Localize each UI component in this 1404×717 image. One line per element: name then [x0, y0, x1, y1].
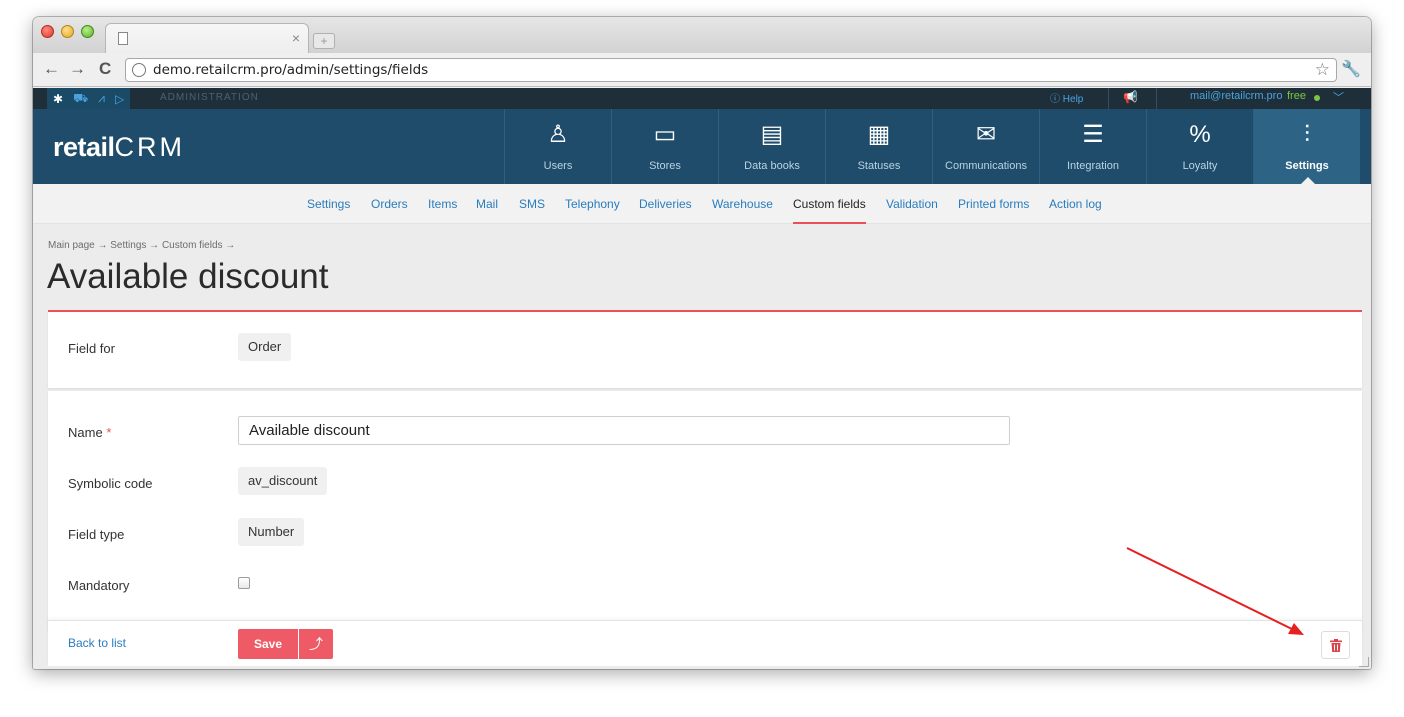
submenu-action-log[interactable]: Action log [1049, 197, 1102, 211]
field-for-card: Field for Order [48, 310, 1362, 388]
nav-item-statuses[interactable]: ▦ Statuses [825, 109, 932, 184]
logo-crm: CRM [114, 132, 186, 162]
name-input[interactable] [238, 416, 1010, 445]
book-icon: ▤ [760, 121, 784, 148]
mandatory-label: Mandatory [68, 578, 130, 593]
logo-text: retail [53, 132, 115, 162]
user-email[interactable]: mail@retailcrm.pro [1190, 90, 1282, 102]
nav-item-label: Users [543, 160, 573, 172]
zoom-window-button[interactable] [81, 25, 94, 38]
name-label-text: Name [68, 425, 103, 440]
nav-item-settings[interactable]: ⫶ Settings [1253, 109, 1360, 184]
sliders-icon: ⫶ [1304, 121, 1310, 148]
symbolic-code-label: Symbolic code [68, 476, 153, 491]
chevron-down-icon[interactable]: ﹀ [1333, 89, 1344, 105]
submenu-warehouse[interactable]: Warehouse [712, 197, 773, 211]
tab-close-icon[interactable]: × [292, 30, 300, 46]
user-icon: ♙ [547, 121, 569, 148]
wrench-icon[interactable]: 🔧 [1341, 59, 1361, 79]
field-for-label: Field for [68, 341, 115, 356]
field-type-value: Number [238, 518, 305, 546]
browser-tab[interactable]: × [105, 23, 309, 53]
bookmark-star-icon[interactable]: ☆ [1315, 60, 1330, 80]
minimize-window-button[interactable] [61, 25, 74, 38]
submenu-deliveries[interactable]: Deliveries [639, 197, 692, 211]
breadcrumb[interactable]: Main page → Settings → Custom fields → [48, 240, 235, 251]
divider [1108, 88, 1109, 109]
nav-item-stores[interactable]: ▭ Stores [611, 109, 718, 184]
save-and-exit-icon: ⤴ [309, 636, 323, 652]
save-and-exit-button[interactable]: ⤴ [299, 629, 333, 659]
name-label: Name * [68, 425, 111, 440]
submenu-mail[interactable]: Mail [476, 197, 498, 211]
nav-item-data-books[interactable]: ▤ Data books [718, 109, 825, 184]
nav-item-label: Communications [945, 160, 1027, 172]
url-text: demo.retailcrm.pro/admin/settings/fields [153, 62, 429, 78]
submenu-printed-forms[interactable]: Printed forms [958, 197, 1029, 211]
mandatory-checkbox[interactable] [238, 577, 250, 589]
submenu-sms[interactable]: SMS [519, 197, 545, 211]
retailcrm-logo[interactable]: retailCRM [53, 132, 185, 163]
submenu-orders[interactable]: Orders [371, 197, 408, 211]
gear-icon[interactable]: ✱ [53, 92, 63, 106]
field-for-value: Order [238, 333, 292, 361]
back-arrow-icon[interactable]: ← [43, 60, 60, 78]
nav-item-loyalty[interactable]: % Loyalty [1146, 109, 1253, 184]
save-button[interactable]: Save [238, 629, 298, 659]
submenu-validation[interactable]: Validation [886, 197, 938, 211]
page-title: Available discount [47, 257, 329, 296]
admin-quick-icons: ✱ ⛟ ⩘ ▷ [47, 88, 131, 109]
delete-button[interactable] [1321, 631, 1350, 659]
store-icon: ▭ [653, 121, 677, 148]
integration-icon: ☰ [1082, 121, 1104, 148]
percent-icon: % [1189, 121, 1211, 148]
mail-icon: ✉ [975, 121, 997, 148]
cart-icon[interactable]: ⛟ [73, 91, 88, 107]
analytics-icon[interactable]: ⩘ [98, 91, 105, 106]
forward-arrow-icon[interactable]: → [69, 60, 86, 78]
address-bar[interactable]: demo.retailcrm.pro/admin/settings/fields… [125, 58, 1337, 82]
submenu-custom-fields[interactable]: Custom fields [793, 197, 866, 224]
play-icon[interactable]: ▷ [115, 92, 124, 106]
required-mark: * [106, 425, 112, 440]
nav-item-communications[interactable]: ✉ Communications [932, 109, 1039, 184]
nav-item-users[interactable]: ♙ Users [504, 109, 611, 184]
nav-item-label: Statuses [857, 160, 901, 172]
field-type-label: Field type [68, 527, 125, 542]
back-to-list-link[interactable]: Back to list [68, 636, 126, 650]
annotation-arrow [1126, 547, 1304, 635]
nav-item-label: Integration [1067, 160, 1119, 172]
symbolic-code-value: av_discount [238, 467, 328, 495]
help-icon: ⓘ [1050, 94, 1063, 105]
resize-grip[interactable] [1359, 657, 1369, 667]
help-label: Help [1062, 94, 1084, 105]
title-bar: × + [33, 17, 1371, 53]
plan-badge: free [1287, 90, 1306, 102]
browser-toolbar: ← → C demo.retailcrm.pro/admin/settings/… [33, 53, 1371, 87]
globe-icon [132, 63, 146, 77]
statuses-icon: ▦ [867, 121, 891, 148]
main-header: retailCRM ♙ Users ▭ Stores ▤ Data books ▦ Statu… [33, 109, 1371, 184]
divider [1156, 88, 1157, 109]
submenu-settings[interactable]: Settings [307, 197, 350, 211]
online-status-dot [1314, 95, 1320, 101]
nav-item-integration[interactable]: ☰ Integration [1039, 109, 1146, 184]
megaphone-icon[interactable]: 📢 [1123, 90, 1138, 104]
trash-icon [1330, 639, 1342, 652]
nav-item-label: Loyalty [1182, 160, 1218, 172]
submenu-telephony[interactable]: Telephony [565, 197, 620, 211]
nav-item-label: Data books [744, 160, 800, 172]
administration-label: ADMINISTRATION [160, 92, 259, 103]
document-icon [118, 32, 128, 45]
help-link[interactable]: ⓘ Help [1050, 90, 1083, 105]
nav-item-label: Settings [1285, 160, 1329, 172]
nav-item-label: Stores [649, 160, 681, 172]
reload-icon[interactable]: C [99, 60, 111, 78]
submenu-items[interactable]: Items [428, 197, 457, 211]
close-window-button[interactable] [41, 25, 54, 38]
admin-bar: ✱ ⛟ ⩘ ▷ ADMINISTRATION ⓘ Help 📢 mail@ret… [33, 88, 1371, 109]
settings-submenu: Settings Orders Items Mail SMS Telephony Deliv… [33, 184, 1371, 224]
new-tab-button[interactable]: + [313, 33, 335, 49]
